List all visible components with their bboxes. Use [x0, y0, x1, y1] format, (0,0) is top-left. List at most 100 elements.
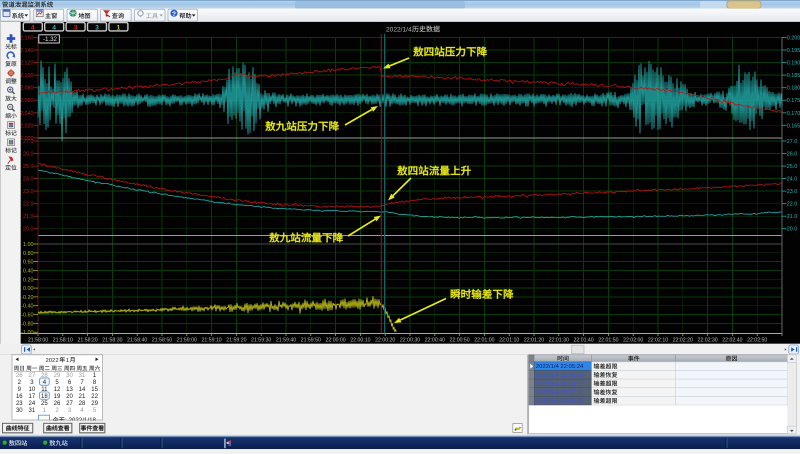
svg-text:27: 27	[66, 401, 73, 407]
svg-text:20: 20	[66, 394, 73, 400]
svg-text:2022: 2022	[46, 358, 59, 364]
svg-text:-1.32: -1.32	[43, 36, 58, 43]
svg-text:28: 28	[79, 401, 86, 407]
svg-text:22:00:30: 22:00:30	[400, 337, 420, 343]
svg-text:22:02:30: 22:02:30	[697, 337, 717, 343]
svg-text:0.185: 0.185	[787, 73, 800, 79]
svg-text:2.100: 2.100	[20, 73, 34, 79]
svg-text:-0.40: -0.40	[21, 304, 33, 310]
svg-text:25.0: 25.0	[787, 164, 798, 170]
svg-text:2.020: 2.020	[20, 123, 34, 129]
svg-text:-0.20: -0.20	[21, 295, 33, 301]
svg-text:17: 17	[29, 394, 36, 400]
svg-text:22:01:30: 22:01:30	[549, 337, 569, 343]
svg-text:21:58:20: 21:58:20	[77, 337, 97, 343]
svg-text:22:02:10: 22:02:10	[648, 337, 668, 343]
svg-text:0.80: 0.80	[23, 251, 34, 257]
svg-text:3: 3	[74, 24, 78, 31]
svg-text:21: 21	[79, 394, 86, 400]
svg-text:24: 24	[29, 401, 36, 407]
svg-text:21:59:30: 21:59:30	[251, 337, 271, 343]
svg-text:22:02:20: 22:02:20	[673, 337, 693, 343]
svg-text:0.190: 0.190	[787, 61, 800, 67]
svg-text:21:59:20: 21:59:20	[226, 337, 246, 343]
svg-text:2.140: 2.140	[20, 48, 34, 54]
svg-text:1: 1	[66, 358, 69, 364]
svg-text:22:00:40: 22:00:40	[425, 337, 445, 343]
svg-text:21.0: 21.0	[23, 214, 34, 220]
svg-text:22.0: 22.0	[787, 202, 798, 208]
svg-text:25.0: 25.0	[23, 164, 34, 170]
svg-text:4: 4	[31, 24, 35, 31]
svg-text:0.175: 0.175	[787, 98, 800, 104]
svg-text:20.0: 20.0	[23, 227, 34, 233]
svg-text:22:01:00: 22:01:00	[474, 337, 494, 343]
svg-text:0.40: 0.40	[23, 269, 34, 275]
svg-text:0.170: 0.170	[787, 111, 800, 117]
svg-text:1: 1	[117, 24, 121, 31]
svg-text:26: 26	[16, 373, 23, 379]
svg-text:24.0: 24.0	[23, 177, 34, 183]
svg-text:25: 25	[41, 401, 48, 407]
svg-text:3: 3	[95, 24, 99, 31]
svg-text:29: 29	[54, 373, 61, 379]
svg-text:2.080: 2.080	[20, 86, 34, 92]
svg-text:0.60: 0.60	[23, 260, 34, 266]
svg-text:-1.00: -1.00	[21, 330, 33, 336]
svg-text:2.060: 2.060	[20, 98, 34, 104]
svg-text:22:01:40: 22:01:40	[573, 337, 593, 343]
svg-text:23.0: 23.0	[23, 189, 34, 195]
svg-text:0.200: 0.200	[787, 35, 800, 41]
svg-text:21.0: 21.0	[787, 214, 798, 220]
svg-text:20.0: 20.0	[787, 227, 798, 233]
svg-text:22.0: 22.0	[23, 202, 34, 208]
svg-text:30: 30	[16, 408, 23, 414]
svg-text:27.0: 27.0	[23, 139, 34, 145]
svg-text:0.165: 0.165	[787, 123, 800, 129]
svg-text:26: 26	[54, 401, 61, 407]
svg-text:2022/1/4 23:30:42: 2022/1/4 23:30:42	[536, 399, 584, 405]
svg-text:14: 14	[79, 387, 86, 393]
svg-text:2022/1/4 22:05:24: 2022/1/4 22:05:24	[536, 364, 584, 370]
svg-text:15: 15	[91, 387, 98, 393]
svg-text:22:02:50: 22:02:50	[747, 337, 767, 343]
svg-text:1.00: 1.00	[23, 242, 34, 248]
svg-text:21:59:00: 21:59:00	[177, 337, 197, 343]
svg-text:27.0: 27.0	[787, 139, 798, 145]
svg-text:23: 23	[16, 401, 23, 407]
svg-text:22:00:10: 22:00:10	[350, 337, 370, 343]
svg-text:13: 13	[66, 387, 73, 393]
svg-text:21:58:40: 21:58:40	[127, 337, 147, 343]
svg-text:21:59:50: 21:59:50	[301, 337, 321, 343]
svg-text:26.0: 26.0	[787, 152, 798, 158]
svg-text:31: 31	[29, 408, 36, 414]
svg-text:24.0: 24.0	[787, 177, 798, 183]
svg-text:22:01:50: 22:01:50	[598, 337, 618, 343]
svg-text:21:59:40: 21:59:40	[276, 337, 296, 343]
svg-text:0.20: 0.20	[23, 277, 34, 283]
svg-text:-0.80: -0.80	[21, 321, 33, 327]
svg-text:22: 22	[91, 394, 98, 400]
svg-text:4: 4	[52, 24, 56, 31]
svg-text:18: 18	[41, 394, 48, 400]
svg-text:22:00:50: 22:00:50	[449, 337, 469, 343]
svg-text:22:02:40: 22:02:40	[722, 337, 742, 343]
svg-text:30: 30	[66, 373, 73, 379]
svg-text:16: 16	[16, 394, 23, 400]
svg-text:21:58:10: 21:58:10	[53, 337, 73, 343]
svg-text:0.180: 0.180	[787, 86, 800, 92]
svg-text:0.00: 0.00	[23, 286, 34, 292]
svg-text:22:02:00: 22:02:00	[623, 337, 643, 343]
svg-text:-0.60: -0.60	[21, 313, 33, 319]
svg-text:29: 29	[91, 401, 98, 407]
svg-text:31: 31	[79, 373, 86, 379]
svg-text:22:00:00: 22:00:00	[325, 337, 345, 343]
svg-text:2.040: 2.040	[20, 111, 34, 117]
svg-text:27: 27	[29, 373, 36, 379]
svg-text:23.0: 23.0	[787, 189, 798, 195]
svg-text:21:59:10: 21:59:10	[201, 337, 221, 343]
svg-text:19: 19	[54, 394, 61, 400]
svg-text:21:58:30: 21:58:30	[102, 337, 122, 343]
svg-text:21:58:00: 21:58:00	[28, 337, 48, 343]
svg-text:22:01:20: 22:01:20	[524, 337, 544, 343]
